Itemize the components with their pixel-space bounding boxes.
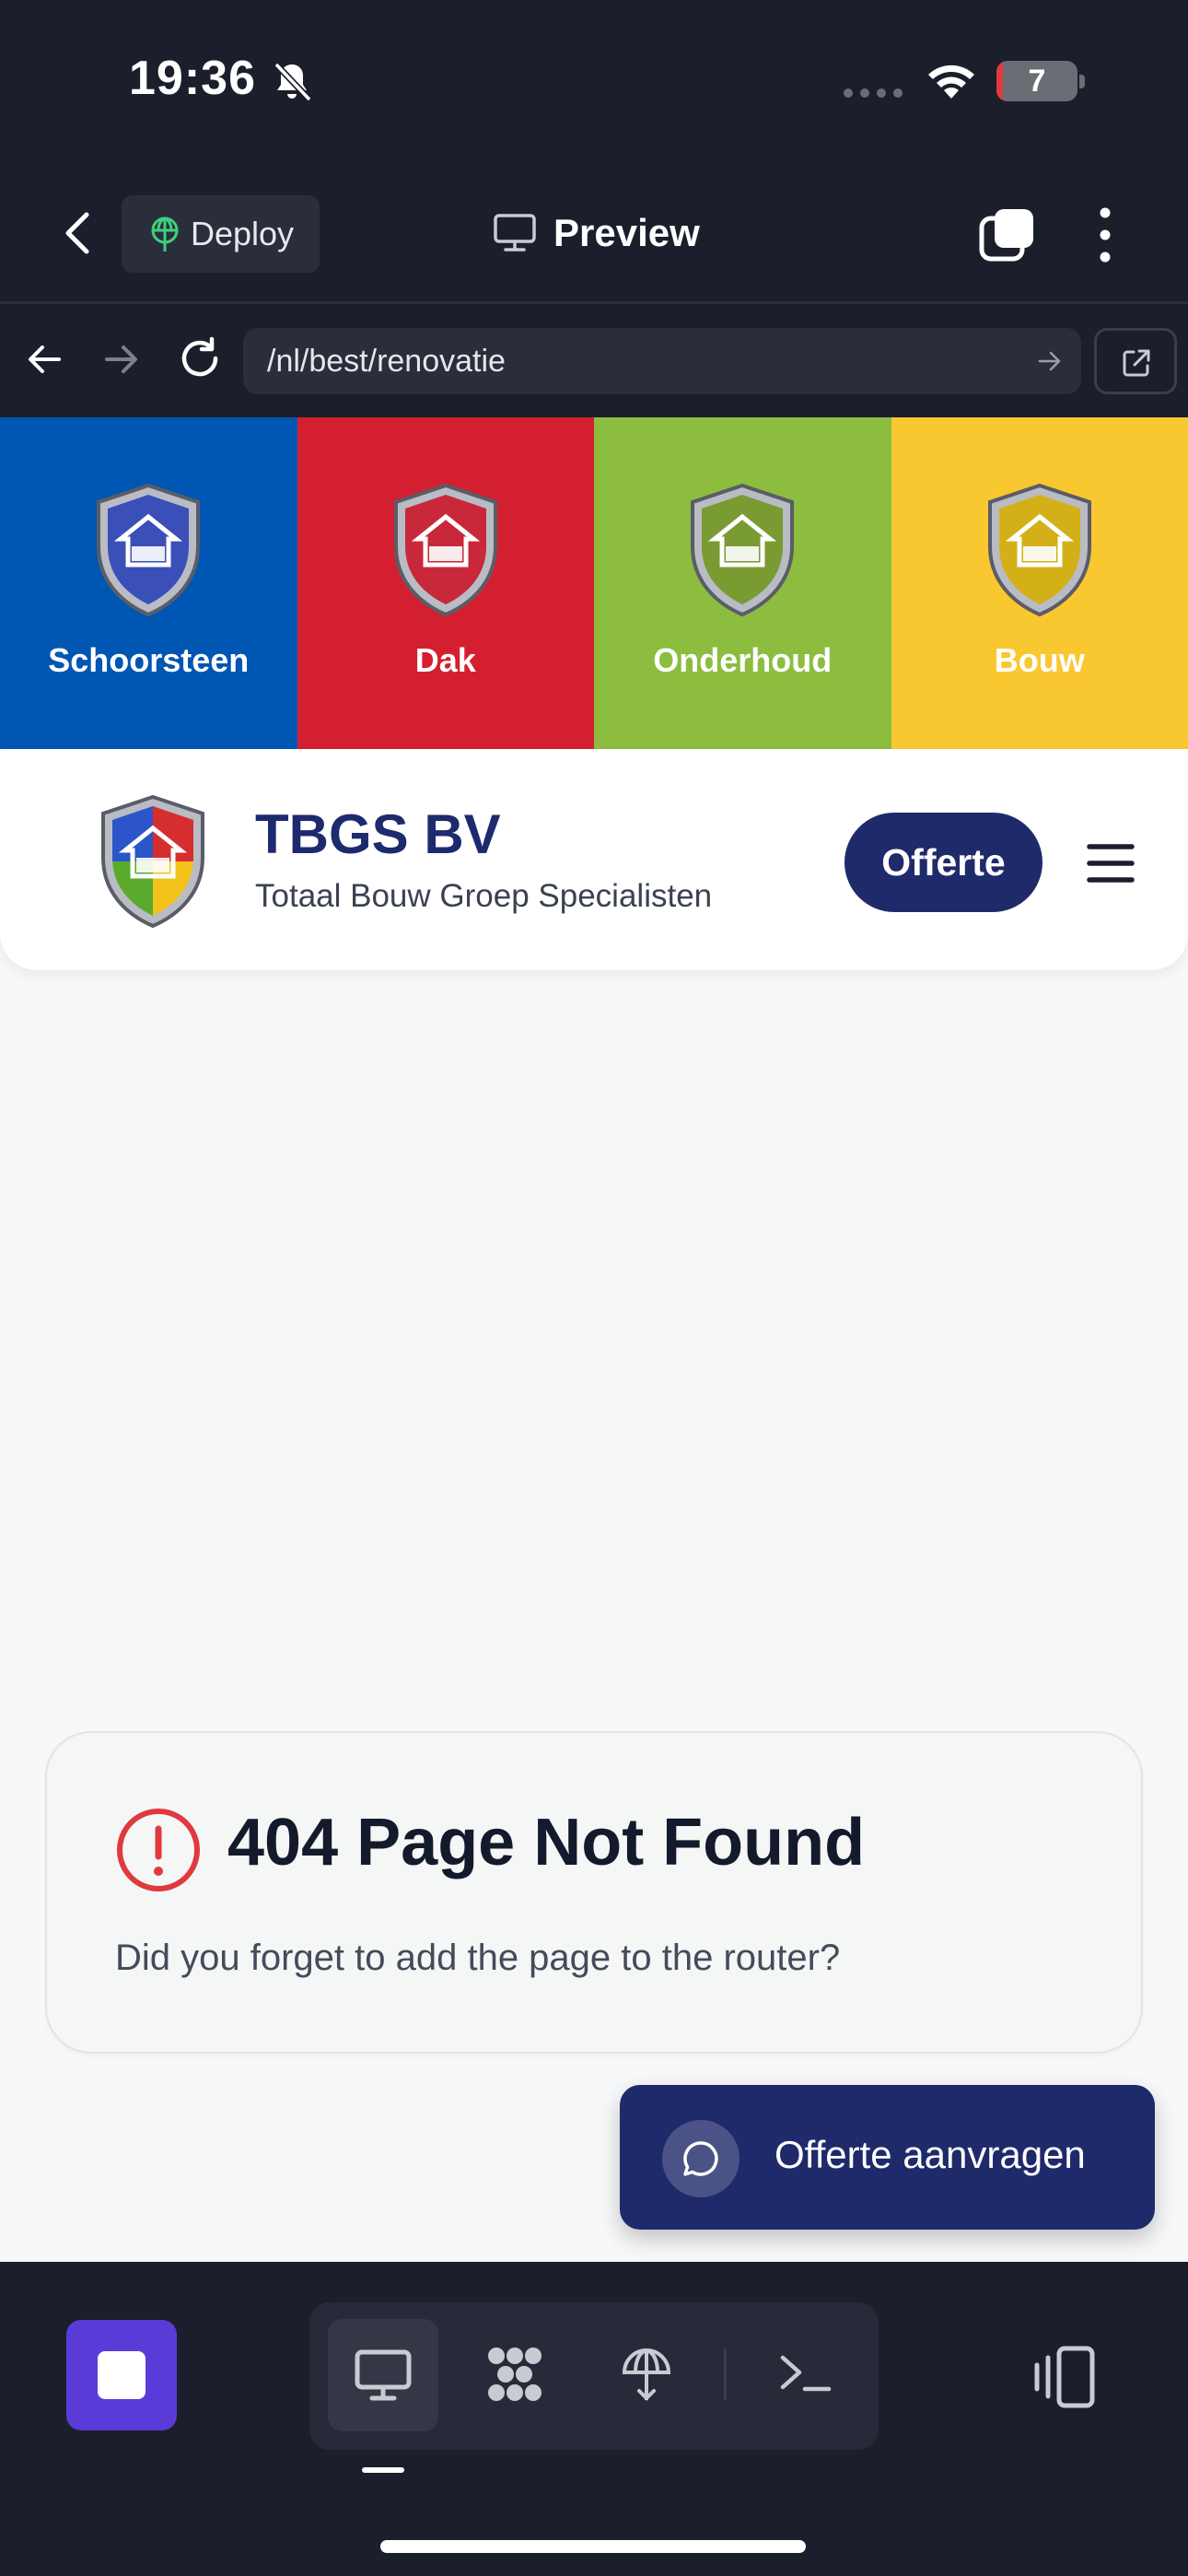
- mode-terminal[interactable]: [750, 2319, 860, 2431]
- offerte-aanvragen-button[interactable]: Offerte aanvragen: [620, 2085, 1155, 2230]
- preview-label: Preview: [553, 211, 700, 254]
- category-tile-onderhoud[interactable]: Onderhoud: [594, 417, 891, 749]
- mode-deploy[interactable]: [591, 2319, 702, 2431]
- device-toggle-icon[interactable]: [1031, 2345, 1098, 2409]
- chat-bubble: [662, 2120, 740, 2197]
- offerte-button[interactable]: Offerte: [844, 813, 1042, 912]
- chat-icon: [683, 2141, 718, 2176]
- signal-icon: [844, 88, 903, 98]
- home-indicator: [380, 2540, 806, 2553]
- category-tile-schoorsteen[interactable]: Schoorsteen: [0, 417, 297, 749]
- deploy-icon: [622, 2348, 671, 2401]
- category-tile-dak[interactable]: Dak: [297, 417, 594, 749]
- category-label: Onderhoud: [653, 641, 833, 679]
- category-tile-bouw[interactable]: Bouw: [891, 417, 1188, 749]
- more-icon[interactable]: [1091, 205, 1119, 264]
- error-card: 404 Page Not Found Did you forget to add…: [45, 1731, 1143, 2054]
- site-preview: Schoorsteen Dak Onderhoud Bouw TBGS BV T…: [0, 417, 1188, 2262]
- mode-switcher: [309, 2302, 879, 2450]
- status-bar: 19:36 7: [0, 0, 1188, 161]
- mode-preview[interactable]: [328, 2319, 438, 2431]
- open-external-button[interactable]: [1094, 328, 1177, 394]
- battery-icon: 7: [996, 61, 1085, 101]
- deploy-button[interactable]: Deploy: [122, 195, 320, 273]
- back-icon[interactable]: [55, 207, 99, 259]
- go-icon[interactable]: [1037, 348, 1063, 374]
- shield-logo-icon: [691, 483, 795, 617]
- brand-logo-icon[interactable]: [96, 793, 210, 930]
- arrow-right-icon[interactable]: [101, 339, 142, 380]
- monitor-icon: [494, 214, 536, 252]
- bell-slash-icon: [274, 62, 312, 102]
- cta-label: Offerte aanvragen: [775, 2133, 1086, 2176]
- status-time: 19:36: [129, 52, 256, 105]
- error-title: 404 Page Not Found: [227, 1806, 866, 1879]
- active-mode-indicator: [362, 2467, 404, 2473]
- category-label: Schoorsteen: [48, 641, 250, 679]
- bottom-toolbar: [0, 2262, 1188, 2576]
- external-link-icon: [1123, 349, 1150, 377]
- shield-logo-icon: [393, 483, 497, 617]
- mode-divider: [724, 2348, 727, 2400]
- monitor-icon: [355, 2349, 412, 2401]
- battery-level: 7: [1028, 64, 1046, 99]
- url-input[interactable]: /nl/best/renovatie: [243, 328, 1081, 394]
- error-message: Did you forget to add the page to the ro…: [115, 1938, 841, 1978]
- alert-circle-icon: [117, 1809, 200, 1891]
- shield-logo-icon: [97, 483, 201, 617]
- reload-icon[interactable]: [177, 335, 223, 381]
- terminal-icon: [780, 2355, 832, 2392]
- wifi-icon: [928, 64, 974, 99]
- url-path: /nl/best/renovatie: [267, 344, 506, 379]
- url-bar: /nl/best/renovatie: [0, 304, 1188, 417]
- arrow-left-icon[interactable]: [24, 339, 64, 380]
- category-label: Bouw: [994, 641, 1085, 679]
- tabs-icon[interactable]: [978, 205, 1037, 264]
- site-header: TBGS BV Totaal Bouw Groep Specialisten O…: [0, 749, 1188, 970]
- stop-icon: [98, 2351, 146, 2399]
- preview-title: Preview: [493, 205, 700, 261]
- deploy-icon: [151, 217, 179, 252]
- app-header: Deploy Preview: [0, 161, 1188, 304]
- hamburger-menu-icon[interactable]: [1087, 841, 1135, 885]
- deploy-label: Deploy: [191, 215, 295, 252]
- apps-icon: [488, 2348, 542, 2401]
- brand-name: TBGS BV: [255, 803, 501, 865]
- app-frame: 19:36 7 Deploy Preview /nl/best/renovati…: [0, 0, 1188, 2576]
- category-label: Dak: [414, 641, 476, 679]
- brand-tagline: Totaal Bouw Groep Specialisten: [255, 878, 713, 914]
- shield-logo-icon: [987, 483, 1091, 617]
- category-strip: Schoorsteen Dak Onderhoud Bouw: [0, 417, 1188, 749]
- mode-apps[interactable]: [460, 2319, 570, 2431]
- stop-button[interactable]: [66, 2320, 177, 2430]
